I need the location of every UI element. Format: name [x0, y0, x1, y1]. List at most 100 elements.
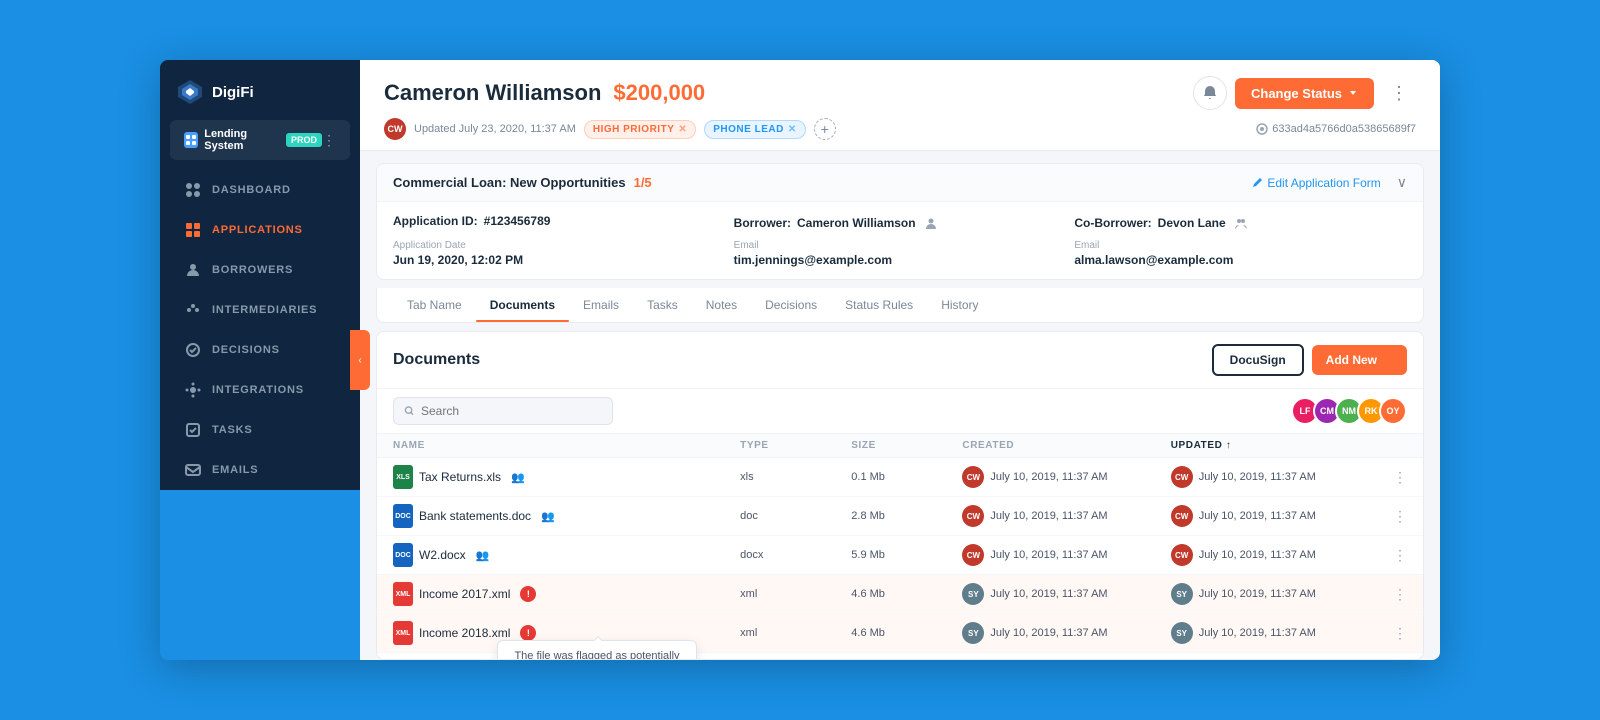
change-status-button[interactable]: Change Status	[1235, 78, 1374, 109]
co-borrower-cell: Co-Borrower: Devon Lane	[1074, 214, 1407, 232]
malicious-file-tooltip: The file was flagged as potentially mali…	[497, 640, 697, 659]
created-cell: CW July 10, 2019, 11:37 AM	[962, 466, 1170, 488]
tasks-icon	[184, 421, 202, 439]
decisions-icon	[184, 341, 202, 359]
tag-high-priority: HIGH PRIORITY ✕	[584, 120, 696, 139]
sidebar-collapse-btn[interactable]: ‹	[350, 330, 370, 390]
row-kebab[interactable]: ⋮	[1393, 469, 1407, 486]
dashboard-icon	[184, 181, 202, 199]
file-type: xls	[740, 471, 851, 483]
file-name[interactable]: Income 2017.xml	[419, 587, 510, 601]
application-id-value: #123456789	[484, 214, 551, 228]
search-icon	[404, 405, 415, 417]
sidebar-item-emails[interactable]: EMAILS	[168, 451, 352, 489]
row-kebab[interactable]: ⋮	[1393, 508, 1407, 525]
tab-notes[interactable]: Notes	[692, 288, 751, 322]
loan-card: Commercial Loan: New Opportunities 1/5 E…	[376, 163, 1424, 280]
tab-tab-name[interactable]: Tab Name	[393, 288, 476, 322]
sidebar-item-integrations[interactable]: INTEGRATIONS	[168, 371, 352, 409]
file-type: xml	[740, 588, 851, 600]
col-created: CREATED	[962, 440, 1170, 451]
updated-cell: SY July 10, 2019, 11:37 AM	[1171, 622, 1379, 644]
sidebar-label-applications: APPLICATIONS	[212, 224, 303, 236]
header-kebab-button[interactable]: ⋮	[1382, 76, 1416, 110]
file-name[interactable]: Income 2018.xml	[419, 626, 510, 640]
sidebar-label-integrations: INTEGRATIONS	[212, 384, 304, 396]
lending-system-selector[interactable]: Lending System PROD ⋮	[170, 120, 350, 160]
sidebar-item-borrowers[interactable]: BORROWERS	[168, 251, 352, 289]
file-icon-doc: DOC	[393, 504, 413, 528]
tag-phone-lead: PHONE LEAD ✕	[704, 120, 805, 139]
add-tag-button[interactable]: +	[814, 118, 836, 140]
warning-icon: !	[520, 625, 536, 641]
documents-table: NAME TYPE SIZE CREATED UPDATED XLS Tax R…	[377, 434, 1423, 659]
app-date-cell: Application Date Jun 19, 2020, 12:02 PM	[393, 240, 726, 267]
borrower-email-cell: Email tim.jennings@example.com	[734, 240, 1067, 267]
borrower-cell: Borrower: Cameron Williamson	[734, 214, 1067, 232]
share-icon: 👥	[511, 471, 525, 484]
add-new-button[interactable]: Add New	[1312, 345, 1407, 375]
sidebar-item-intermediaries[interactable]: INTERMEDIARIES	[168, 291, 352, 329]
search-input[interactable]	[421, 404, 602, 418]
co-borrower-person-icon	[1232, 214, 1250, 232]
row-kebab[interactable]: ⋮	[1393, 625, 1407, 642]
hash-id: 633ad4a5766d0a53865689f7	[1256, 123, 1416, 135]
updated-avatar: SY	[1171, 583, 1193, 605]
updated-text: Updated July 23, 2020, 11:37 AM	[414, 123, 576, 135]
main-content: Cameron Williamson $200,000 Change Statu…	[360, 60, 1440, 660]
application-id-cell: Application ID: #123456789	[393, 214, 726, 232]
sidebar-item-tasks[interactable]: TASKS	[168, 411, 352, 449]
search-box[interactable]	[393, 397, 613, 425]
created-avatar: SY	[962, 583, 984, 605]
created-avatar: CW	[962, 544, 984, 566]
table-row: XLS Tax Returns.xls 👥 xls 0.1 Mb CW July…	[377, 458, 1423, 497]
updated-cell: CW July 10, 2019, 11:37 AM	[1171, 505, 1379, 527]
created-cell: SY July 10, 2019, 11:37 AM	[962, 622, 1170, 644]
share-icon: 👥	[541, 510, 555, 523]
tab-decisions[interactable]: Decisions	[751, 288, 831, 322]
loan-step: 1/5	[634, 175, 652, 190]
tab-history[interactable]: History	[927, 288, 992, 322]
sidebar: DigiFi Lending System PROD ⋮ DASHBOARD	[160, 60, 360, 490]
file-size: 4.6 Mb	[851, 588, 962, 600]
updated-avatar: CW	[1171, 505, 1193, 527]
intermediaries-icon	[184, 301, 202, 319]
remove-phone-lead[interactable]: ✕	[788, 124, 797, 135]
row-kebab[interactable]: ⋮	[1393, 547, 1407, 564]
updated-avatar: CW	[1171, 544, 1193, 566]
tab-tasks[interactable]: Tasks	[633, 288, 692, 322]
file-type: docx	[740, 549, 851, 561]
sidebar-label-decisions: DECISIONS	[212, 344, 280, 356]
table-row: DOC W2.docx 👥 docx 5.9 Mb CW July 10, 20…	[377, 536, 1423, 575]
file-name[interactable]: Bank statements.doc	[419, 509, 531, 523]
user-avatar: CW	[384, 118, 406, 140]
file-size: 5.9 Mb	[851, 549, 962, 561]
tab-emails[interactable]: Emails	[569, 288, 633, 322]
remove-high-priority[interactable]: ✕	[678, 124, 687, 135]
col-updated[interactable]: UPDATED	[1171, 440, 1379, 451]
file-type: xml	[740, 627, 851, 639]
file-name[interactable]: Tax Returns.xls	[419, 470, 501, 484]
loan-card-collapse[interactable]: ∨	[1397, 174, 1407, 191]
sidebar-item-dashboard[interactable]: DASHBOARD	[168, 171, 352, 209]
sidebar-item-decisions[interactable]: DECISIONS	[168, 331, 352, 369]
file-name[interactable]: W2.docx	[419, 548, 466, 562]
file-size: 4.6 Mb	[851, 627, 962, 639]
docusign-button[interactable]: DocuSign	[1212, 344, 1304, 376]
tab-documents[interactable]: Documents	[476, 288, 569, 322]
col-size: SIZE	[851, 440, 962, 451]
application-id-label: Application ID:	[393, 214, 478, 228]
created-cell: SY July 10, 2019, 11:37 AM	[962, 583, 1170, 605]
file-icon-xml: XML	[393, 582, 413, 606]
documents-title: Documents	[393, 351, 480, 369]
logo-text: DigiFi	[212, 84, 254, 101]
loan-amount: $200,000	[613, 80, 705, 106]
lending-system-kebab[interactable]: ⋮	[322, 132, 336, 149]
bell-button[interactable]	[1193, 76, 1227, 110]
row-kebab[interactable]: ⋮	[1393, 586, 1407, 603]
avatar-oy: OY	[1379, 397, 1407, 425]
sidebar-item-applications[interactable]: APPLICATIONS	[168, 211, 352, 249]
edit-application-form-link[interactable]: Edit Application Form	[1251, 176, 1380, 190]
file-icon-docx: DOC	[393, 543, 413, 567]
tab-status-rules[interactable]: Status Rules	[831, 288, 927, 322]
